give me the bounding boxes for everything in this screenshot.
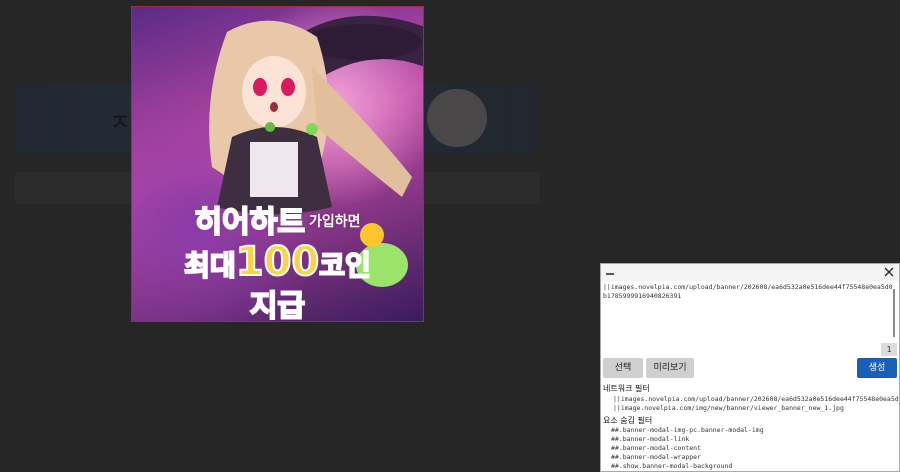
background-character-image: [427, 89, 487, 147]
hide-rule-item[interactable]: ##.banner-modal-content: [611, 444, 897, 452]
promo-coin-amount: 100: [235, 238, 320, 286]
promo-line-3: 지급: [132, 281, 423, 322]
match-count-badge: 1: [881, 343, 897, 356]
hide-rule-item[interactable]: ##.show.banner-modal-background: [611, 462, 897, 470]
hide-rule-item[interactable]: ##.banner-modal-link: [611, 435, 897, 443]
preview-button[interactable]: 미리보기: [646, 358, 694, 378]
hide-rule-item[interactable]: ##.banner-modal-img-pc.banner-modal-img: [611, 426, 897, 434]
close-icon[interactable]: [883, 266, 895, 278]
hide-rule-item[interactable]: ##.banner-modal-wrapper: [611, 453, 897, 461]
hide-filter-title: 요소 숨김 필터: [603, 416, 653, 425]
network-filter-title: 네트워크 필터: [603, 384, 650, 393]
background-banner-text: ㅈ: [110, 111, 131, 136]
promo-join-text: 가입하면: [308, 214, 361, 230]
promo-line-2: 최대100코인: [132, 238, 423, 286]
promo-line-1: 히어하트 가입하면: [132, 197, 423, 241]
banner-modal-image[interactable]: 히어하트 가입하면 최대100코인 지급: [131, 6, 424, 322]
network-rule-item[interactable]: ||image.novelpia.com/img/new/banner/view…: [613, 404, 899, 412]
editor-scrollbar[interactable]: [893, 289, 895, 337]
pick-button[interactable]: 선택: [603, 358, 643, 378]
network-rule-item[interactable]: ||images.novelpia.com/upload/banner/2026…: [613, 395, 899, 403]
promo-coin-text: 코인: [318, 248, 372, 283]
minimize-icon[interactable]: [605, 266, 615, 276]
filter-editor[interactable]: ||images.novelpia.com/upload/banner/2026…: [603, 283, 893, 349]
promo-brand-text: 히어하트: [194, 204, 306, 241]
promo-max-text: 최대: [183, 248, 237, 283]
panel-titlebar[interactable]: [601, 264, 899, 281]
promo-give-text: 지급: [249, 288, 306, 322]
filter-panel: ||images.novelpia.com/upload/banner/2026…: [600, 263, 900, 472]
create-button[interactable]: 생성: [857, 358, 897, 378]
